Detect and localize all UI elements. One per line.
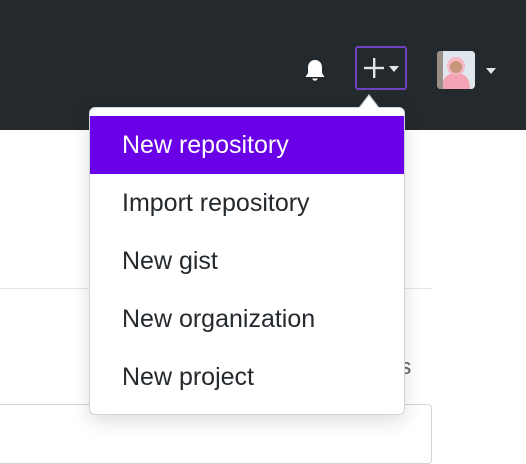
avatar[interactable]	[437, 51, 475, 89]
avatar-chevron-down-icon[interactable]	[486, 68, 496, 74]
menu-item-import-repository[interactable]: Import repository	[90, 174, 404, 232]
menu-item-new-organization[interactable]: New organization	[90, 290, 404, 348]
plus-icon	[364, 58, 384, 78]
user-avatar-icon	[437, 51, 475, 89]
dropdown-caret-fill	[360, 96, 378, 108]
menu-item-new-repository[interactable]: New repository	[90, 116, 404, 174]
create-new-button[interactable]	[355, 46, 407, 90]
bell-icon[interactable]	[300, 56, 330, 86]
menu-item-new-project[interactable]: New project	[90, 348, 404, 406]
create-new-dropdown: New repository Import repository New gis…	[89, 107, 405, 415]
create-menu-list: New repository Import repository New gis…	[90, 116, 404, 406]
chevron-down-icon	[389, 66, 399, 72]
menu-item-new-gist[interactable]: New gist	[90, 232, 404, 290]
